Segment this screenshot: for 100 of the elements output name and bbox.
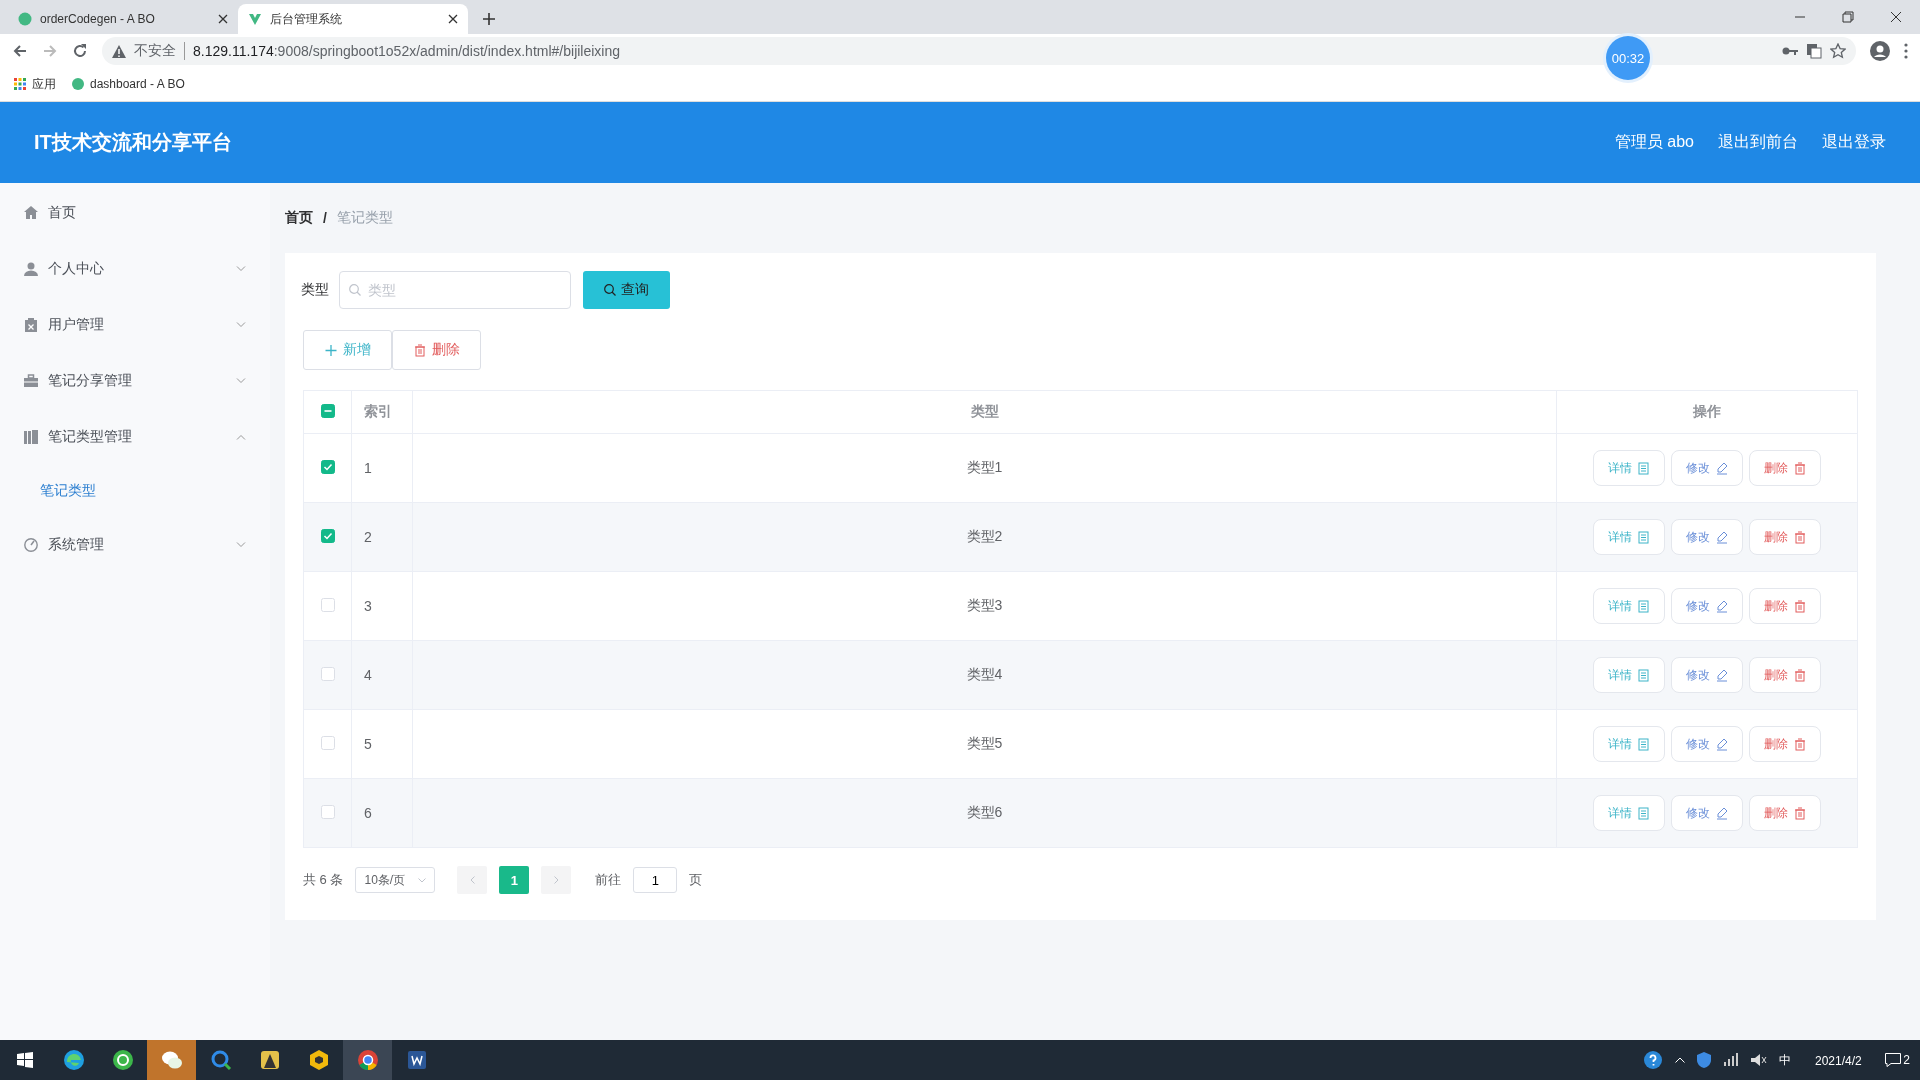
search-field[interactable]: 类型	[339, 271, 571, 309]
detail-button[interactable]: 详情	[1593, 657, 1665, 693]
page-button[interactable]: 1	[499, 866, 530, 894]
edit-button[interactable]: 修改	[1671, 795, 1743, 831]
speaker-icon[interactable]	[1751, 1053, 1768, 1067]
table-cell: 类型6	[412, 778, 1557, 848]
document-icon	[1638, 806, 1650, 820]
breadcrumb-separator: /	[323, 210, 327, 226]
restore-icon[interactable]	[1842, 11, 1854, 23]
detail-button[interactable]: 详情	[1593, 450, 1665, 486]
header-link[interactable]: 退出到前台	[1718, 132, 1798, 153]
reload-icon[interactable]	[72, 43, 88, 59]
pencil-icon	[1716, 530, 1728, 544]
bookmark[interactable]: dashboard - A BO	[72, 77, 185, 91]
column-header: 操作	[1556, 390, 1858, 434]
user-icon	[24, 262, 38, 276]
document-icon	[1638, 737, 1650, 751]
shield-icon[interactable]	[1697, 1052, 1712, 1068]
input-method-indicator[interactable]: 中	[1779, 1051, 1792, 1069]
delete-button[interactable]: 删除	[1749, 726, 1821, 762]
profile-icon[interactable]	[1870, 41, 1890, 61]
more-icon[interactable]	[1904, 43, 1908, 59]
site-icon	[18, 12, 32, 26]
sidebar-item[interactable]: 首页	[0, 185, 270, 241]
help-icon[interactable]	[1643, 1050, 1664, 1070]
pencil-icon	[1716, 668, 1728, 682]
page-input[interactable]: 1	[633, 867, 678, 893]
star-icon[interactable]	[1830, 43, 1846, 59]
checkbox[interactable]	[320, 459, 335, 474]
close-icon[interactable]	[448, 14, 458, 24]
total-count: 共 6 条	[303, 871, 344, 889]
notification-button[interactable]: 2	[1885, 1053, 1910, 1067]
table-cell: 类型2	[412, 502, 1557, 572]
trash-icon	[1794, 530, 1806, 544]
delete-button[interactable]: 删除	[392, 330, 481, 370]
table-cell: 5	[351, 709, 413, 779]
table-cell: 3	[351, 571, 413, 641]
checkbox[interactable]	[320, 403, 335, 418]
document-icon	[1638, 461, 1650, 475]
document-icon	[1638, 599, 1650, 613]
page-size-select[interactable]: 10条/页	[355, 867, 436, 893]
detail-button[interactable]: 详情	[1593, 726, 1665, 762]
taskbar-app[interactable]	[343, 1040, 392, 1080]
edit-button[interactable]: 修改	[1671, 588, 1743, 624]
document-icon	[1638, 668, 1650, 682]
query-button[interactable]: 查询	[583, 271, 670, 309]
taskbar-date[interactable]: 2021/4/2	[1803, 1054, 1874, 1070]
delete-button[interactable]: 删除	[1749, 588, 1821, 624]
new-tab-icon[interactable]	[482, 12, 496, 26]
breadcrumb-item[interactable]: 首页	[285, 209, 313, 227]
close-icon[interactable]	[218, 14, 228, 24]
url-path: :9008/springboot1o52x/admin/dist/index.html#/bijileixing	[273, 43, 621, 59]
detail-button[interactable]: 详情	[1593, 519, 1665, 555]
app-icon	[61, 1048, 86, 1072]
table-cell: 类型4	[412, 640, 1557, 710]
sidebar-item[interactable]: 用户管理	[0, 297, 270, 353]
key-icon[interactable]	[1782, 46, 1798, 56]
delete-button[interactable]: 删除	[1749, 795, 1821, 831]
windows-logo-icon	[16, 1052, 33, 1068]
site-icon	[248, 12, 262, 26]
search-icon	[604, 284, 616, 296]
apps-shortcut[interactable]: 应用	[14, 75, 56, 93]
edit-button[interactable]: 修改	[1671, 657, 1743, 693]
url-host: 8.129.11.174	[193, 43, 274, 59]
home-icon	[24, 206, 38, 220]
table-cell: 2	[351, 502, 413, 572]
back-icon[interactable]	[12, 43, 28, 59]
delete-button[interactable]: 删除	[1749, 450, 1821, 486]
sidebar-item[interactable]: 笔记类型管理	[0, 409, 270, 465]
gauge-icon	[24, 538, 38, 552]
edit-button[interactable]: 修改	[1671, 519, 1743, 555]
delete-button[interactable]: 删除	[1749, 657, 1821, 693]
delete-button[interactable]: 删除	[1749, 519, 1821, 555]
browser-tab[interactable]: 后台管理系统	[238, 4, 468, 34]
trash-icon	[1794, 461, 1806, 475]
sidebar-item[interactable]: 个人中心	[0, 241, 270, 297]
detail-button[interactable]: 详情	[1593, 795, 1665, 831]
submenu-item[interactable]: 笔记类型	[0, 465, 270, 517]
add-button[interactable]: 新增	[303, 330, 392, 370]
translate-icon[interactable]	[1806, 43, 1822, 59]
trash-icon	[1794, 737, 1806, 751]
edit-button[interactable]: 修改	[1671, 726, 1743, 762]
browser-tab[interactable]: orderCodegen - A BO	[8, 4, 238, 34]
checkbox[interactable]	[320, 528, 335, 543]
network-icon[interactable]	[1723, 1053, 1740, 1067]
breadcrumb-item: 笔记类型	[336, 209, 393, 227]
chevron-up-icon[interactable]	[1675, 1057, 1686, 1063]
header-link[interactable]: 退出登录	[1822, 132, 1886, 153]
sidebar-item[interactable]: 系统管理	[0, 517, 270, 573]
sidebar-item[interactable]: 笔记分享管理	[0, 353, 270, 409]
trash-icon	[1794, 599, 1806, 613]
table-cell: 6	[351, 778, 413, 848]
chevron-left-icon	[469, 876, 475, 884]
page-suffix: 页	[689, 871, 703, 889]
table-cell: 1	[351, 433, 413, 503]
pencil-icon	[1716, 599, 1728, 613]
detail-button[interactable]: 详情	[1593, 588, 1665, 624]
edit-button[interactable]: 修改	[1671, 450, 1743, 486]
close-icon[interactable]	[1890, 11, 1902, 23]
site-icon	[72, 78, 84, 90]
